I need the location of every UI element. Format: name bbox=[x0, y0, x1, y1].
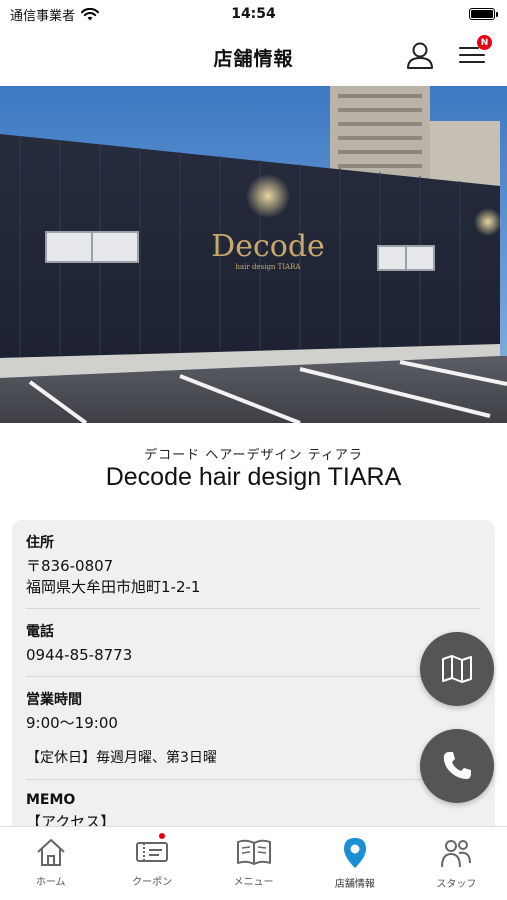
bottom-tab-bar: ホーム クーポン メニュー 店舗情報 スタッフ bbox=[0, 826, 507, 900]
battery-icon bbox=[469, 8, 498, 20]
memo-label: MEMO bbox=[26, 792, 76, 808]
tab-home-label: ホーム bbox=[35, 877, 66, 888]
phone-section: 電話 0944-85-8773 bbox=[26, 609, 481, 677]
sign-sub-text: hair design TIARA bbox=[236, 263, 302, 271]
tab-staff[interactable]: スタッフ bbox=[406, 827, 507, 900]
tab-menu-label: メニュー bbox=[233, 877, 274, 888]
coupon-icon bbox=[136, 842, 169, 862]
tab-menu[interactable]: メニュー bbox=[203, 827, 304, 900]
shop-name: Decode hair design TIARA bbox=[105, 463, 402, 491]
location-pin-icon bbox=[343, 838, 366, 868]
staff-icon bbox=[441, 840, 472, 868]
address-label: 住所 bbox=[26, 535, 54, 551]
carrier-label: 通信事業者 bbox=[10, 8, 76, 24]
user-icon bbox=[407, 42, 433, 69]
tab-shop-info-label: 店舗情報 bbox=[334, 879, 375, 890]
tab-home[interactable]: ホーム bbox=[0, 827, 101, 900]
tab-coupon[interactable]: クーポン bbox=[101, 827, 202, 900]
home-icon bbox=[37, 839, 65, 866]
phone-number[interactable]: 0944-85-8773 bbox=[26, 645, 481, 666]
shop-info-card: 住所 〒836-0807 福岡県大牟田市旭町1-2-1 電話 0944-85-8… bbox=[12, 520, 495, 850]
hours-text: 9:00〜19:00 bbox=[26, 714, 118, 732]
address-text: 福岡県大牟田市旭町1-2-1 bbox=[26, 578, 201, 596]
notification-badge: N bbox=[477, 35, 492, 50]
hamburger-menu-button[interactable]: N bbox=[455, 35, 492, 72]
phone-label: 電話 bbox=[26, 624, 54, 640]
hours-section: 営業時間 9:00〜19:00 【定休日】毎週月曜、第3日曜 bbox=[26, 677, 481, 780]
postal-code: 〒836-0807 bbox=[26, 557, 114, 575]
sign-main-text: Decode bbox=[211, 229, 325, 264]
call-button[interactable] bbox=[420, 729, 494, 803]
menu-book-icon bbox=[236, 839, 271, 865]
holiday-text: 【定休日】毎週月曜、第3日曜 bbox=[26, 750, 217, 766]
wifi-icon bbox=[81, 7, 100, 20]
map-button[interactable] bbox=[420, 632, 494, 706]
shop-photo: Decode hair design TIARA bbox=[0, 86, 507, 423]
address-section: 住所 〒836-0807 福岡県大牟田市旭町1-2-1 bbox=[26, 520, 481, 609]
app-header: 店舗情報 N bbox=[0, 28, 507, 86]
page-title: 店舗情報 bbox=[213, 47, 294, 70]
shop-name-kana: デコード ヘアーデザイン ティアラ bbox=[144, 448, 363, 463]
map-icon bbox=[442, 655, 472, 683]
tab-staff-label: スタッフ bbox=[436, 879, 477, 890]
tab-coupon-label: クーポン bbox=[132, 877, 173, 888]
phone-icon bbox=[443, 752, 471, 779]
tab-shop-info[interactable]: 店舗情報 bbox=[304, 827, 405, 900]
account-button[interactable] bbox=[403, 38, 437, 72]
status-bar: 通信事業者 14:54 bbox=[0, 0, 507, 28]
hours-label: 営業時間 bbox=[26, 692, 82, 708]
